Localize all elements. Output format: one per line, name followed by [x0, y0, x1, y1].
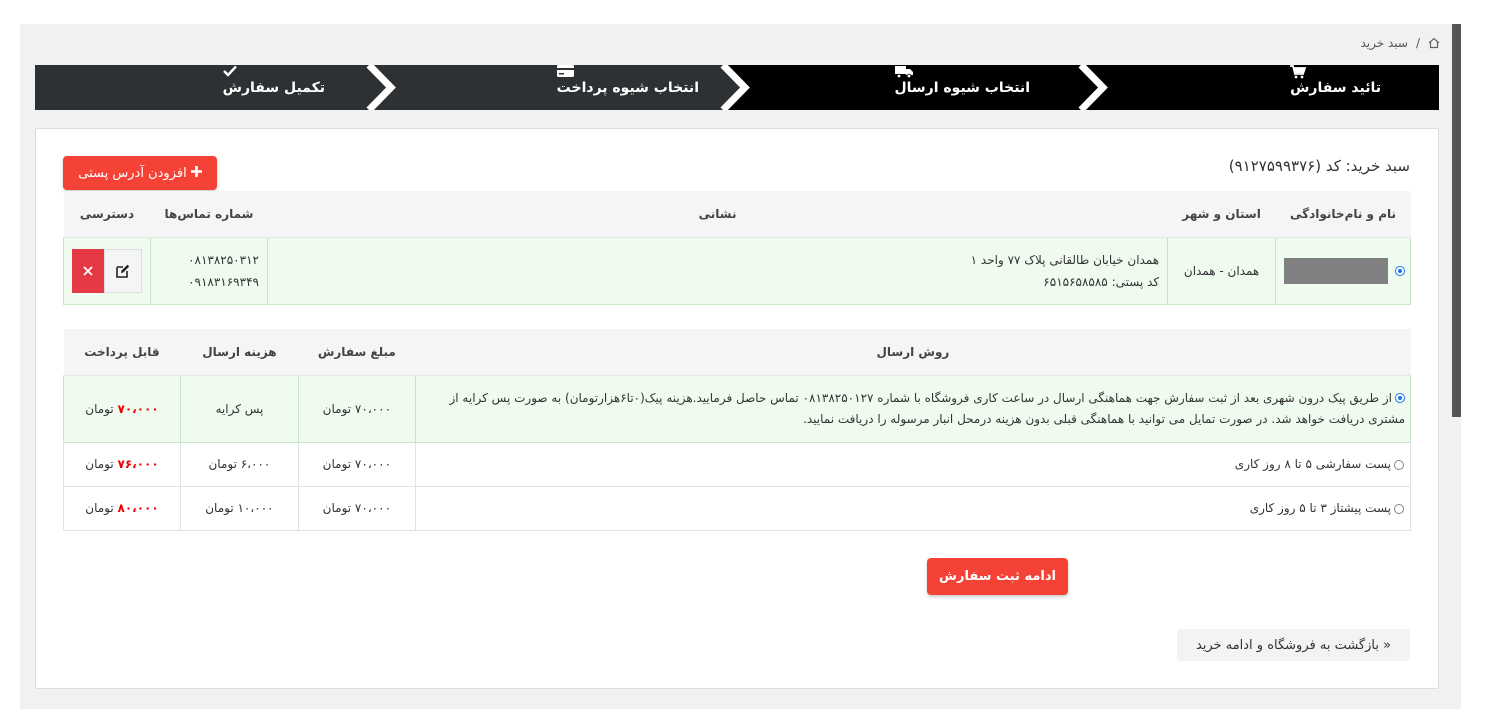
add-address-button[interactable]: افزودن آدرس پستی	[63, 156, 217, 190]
back-to-shop-link[interactable]: « بازگشت به فروشگاه و ادامه خرید	[1177, 629, 1410, 661]
step-payment-method[interactable]: انتخاب شیوه پرداخت	[556, 65, 705, 110]
shipping-method-text: پست پیشتاز ۳ تا ۵ روز کاری	[1249, 501, 1391, 515]
address-row[interactable]: همدان - همدان همدان خیابان طالقانی پلاک …	[62, 236, 1411, 305]
add-address-label: افزودن آدرس پستی	[78, 165, 187, 181]
step-label: تکمیل سفارش	[222, 79, 325, 96]
col-header-shipping-method: روش ارسال	[415, 329, 1411, 376]
shipping-row-courier[interactable]: از طریق پیک درون شهری بعد از ثبت سفارش ج…	[63, 374, 1412, 443]
cart-card: سبد خرید: کد (۹۱۲۷۵۹۹۳۷۶) افزودن آدرس پس…	[35, 128, 1439, 689]
access-cell	[62, 236, 152, 305]
payable-cell: ۸۰،۰۰۰ تومان	[63, 485, 181, 531]
address-cell: همدان خیابان طالقانی پلاک ۷۷ واحد ۱ کد پ…	[266, 236, 1169, 305]
edit-address-button[interactable]	[104, 248, 142, 293]
shipping-table: روش ارسال مبلغ سفارش هزینه ارسال قابل پر…	[63, 329, 1412, 531]
delete-address-button[interactable]	[72, 248, 104, 293]
address-name-cell	[1275, 236, 1411, 305]
order-amount: ۷۰،۰۰۰ تومان	[297, 374, 416, 443]
close-icon	[83, 265, 93, 276]
plus-icon	[190, 165, 202, 181]
checkout-steps: تائید سفارش انتخاب شیوه ارسال انتخاب شیو…	[35, 65, 1439, 110]
shipping-method-text: از طریق پیک درون شهری بعد از ثبت سفارش ج…	[449, 390, 1405, 426]
shipping-radio[interactable]	[1394, 503, 1404, 514]
col-header-phones: شماره تماس‌ها	[150, 191, 268, 238]
address-province-city: همدان - همدان	[1167, 236, 1277, 305]
shipping-radio[interactable]	[1394, 459, 1404, 470]
postal-code: کد پستی: ۶۵۱۵۶۵۸۵۸۵	[1043, 274, 1160, 289]
address-table: نام و نام‌خانوادگی استان و شهر نشانی شما…	[62, 191, 1411, 305]
address-radio[interactable]	[1395, 265, 1405, 276]
col-header-province-city: استان و شهر	[1167, 191, 1276, 238]
breadcrumb-current[interactable]: سبد خرید	[1360, 36, 1407, 50]
vertical-scrollbar[interactable]	[1452, 24, 1461, 709]
shipping-radio[interactable]	[1395, 393, 1405, 403]
payable-cell: ۷۶،۰۰۰ تومان	[63, 441, 181, 487]
breadcrumb-separator: /	[1415, 36, 1420, 50]
step-confirm-order[interactable]: تائید سفارش	[1290, 65, 1387, 110]
shipping-cost: ۱۰،۰۰۰ تومان	[179, 485, 299, 531]
payable-unit: تومان	[85, 401, 114, 416]
order-amount: ۷۰،۰۰۰ تومان	[297, 485, 416, 531]
order-amount: ۷۰،۰۰۰ تومان	[297, 441, 416, 487]
cart-title: سبد خرید: کد (۹۱۲۷۵۹۹۳۷۶)	[1228, 157, 1410, 175]
shipping-cost: ۶،۰۰۰ تومان	[179, 441, 299, 487]
step-complete-order[interactable]: تکمیل سفارش	[223, 65, 331, 110]
shipping-cost: پس کرایه	[179, 374, 299, 443]
phones-cell: ۰۸۱۳۸۲۵۰۳۱۲ ۰۹۱۸۳۱۶۹۳۴۹	[150, 236, 268, 305]
col-header-payable: قابل پرداخت	[63, 329, 181, 376]
shipping-row-express-post[interactable]: پست پیشتاز ۳ تا ۵ روز کاری ۷۰،۰۰۰ تومان …	[63, 485, 1412, 531]
shipping-method-cell: پست سفارشی ۵ تا ۸ روز کاری	[414, 441, 1412, 487]
payable-value: ۷۶،۰۰۰	[117, 457, 159, 471]
home-icon[interactable]	[1428, 37, 1440, 49]
shipping-method-text: پست سفارشی ۵ تا ۸ روز کاری	[1234, 457, 1391, 471]
address-line: همدان خیابان طالقانی پلاک ۷۷ واحد ۱	[970, 252, 1160, 267]
payable-unit: تومان	[85, 501, 114, 515]
shipping-method-cell: پست پیشتاز ۳ تا ۵ روز کاری	[414, 485, 1412, 531]
phone-1: ۰۸۱۳۸۲۵۰۳۱۲	[188, 252, 259, 267]
payable-cell: ۷۰،۰۰۰ تومان	[63, 374, 181, 443]
col-header-name: نام و نام‌خانوادگی	[1275, 191, 1411, 238]
step-shipping-method[interactable]: انتخاب شیوه ارسال	[894, 65, 1037, 110]
redacted-name	[1284, 257, 1389, 284]
scrollbar-thumb[interactable]	[1452, 24, 1461, 417]
col-header-access: دسترسی	[63, 191, 151, 238]
shipping-method-cell: از طریق پیک درون شهری بعد از ثبت سفارش ج…	[414, 374, 1412, 443]
col-header-address: نشانی	[267, 191, 1168, 238]
payable-unit: تومان	[85, 457, 114, 471]
shipping-row-registered-post[interactable]: پست سفارشی ۵ تا ۸ روز کاری ۷۰،۰۰۰ تومان …	[63, 441, 1412, 487]
payable-value: ۷۰،۰۰۰	[117, 401, 159, 416]
col-header-shipping-cost: هزینه ارسال	[180, 329, 299, 376]
edit-icon	[116, 264, 130, 278]
access-buttons	[72, 248, 142, 293]
step-label: تائید سفارش	[1290, 79, 1381, 96]
payable-value: ۸۰،۰۰۰	[117, 501, 159, 515]
phone-2: ۰۹۱۸۳۱۶۹۳۴۹	[188, 274, 259, 289]
step-label: انتخاب شیوه پرداخت	[556, 79, 699, 96]
step-label: انتخاب شیوه ارسال	[894, 79, 1031, 96]
col-header-order-amount: مبلغ سفارش	[298, 329, 416, 376]
breadcrumb: / سبد خرید	[1360, 36, 1440, 50]
continue-order-button[interactable]: ادامه ثبت سفارش	[927, 558, 1068, 595]
